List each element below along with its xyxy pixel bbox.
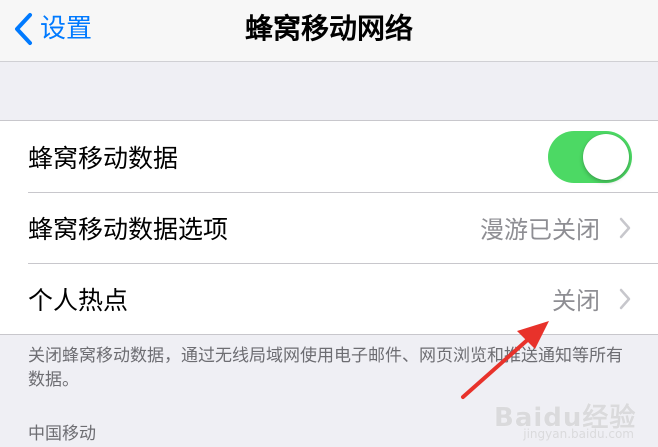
personal-hotspot-row[interactable]: 个人热点 关闭	[0, 263, 658, 334]
page-title: 蜂窝移动网络	[244, 12, 413, 45]
cellular-settings-screen: 设置 蜂窝移动网络 蜂窝移动数据 蜂窝移动数据选项 漫游已关闭 个人热点 关闭 …	[0, 0, 658, 447]
cellular-data-options-label: 蜂窝移动数据选项	[28, 214, 229, 244]
cellular-data-row: 蜂窝移动数据	[0, 121, 658, 192]
toggle-knob	[583, 133, 629, 180]
navigation-bar: 设置 蜂窝移动网络	[0, 0, 658, 62]
watermark-url: jingyan.baidu.com	[523, 427, 634, 441]
personal-hotspot-value: 关闭	[552, 287, 600, 315]
chevron-right-icon	[619, 288, 631, 309]
cellular-settings-group: 蜂窝移动数据 蜂窝移动数据选项 漫游已关闭 个人热点 关闭	[0, 120, 658, 335]
personal-hotspot-label: 个人热点	[28, 285, 129, 315]
baidu-watermark: Baidu经验 jingyan.baidu.com	[494, 397, 644, 441]
cellular-data-options-row[interactable]: 蜂窝移动数据选项 漫游已关闭	[0, 192, 658, 263]
carrier-section-header: 中国移动	[28, 424, 96, 444]
red-arrow-icon	[461, 321, 549, 399]
cellular-data-label: 蜂窝移动数据	[28, 143, 179, 173]
cellular-data-toggle[interactable]	[548, 130, 632, 183]
chevron-right-icon	[619, 217, 631, 238]
cellular-data-options-value: 漫游已关闭	[480, 216, 600, 244]
